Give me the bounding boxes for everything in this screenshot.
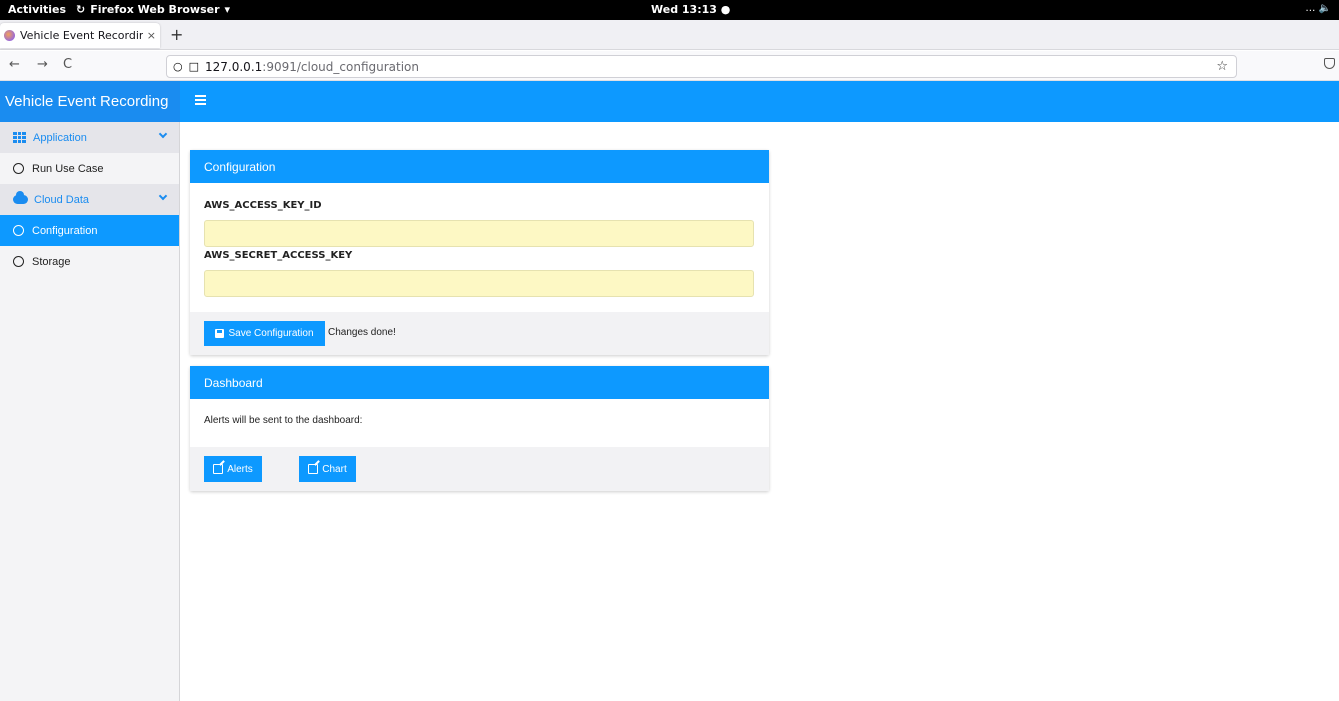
system-tray[interactable]: … 🔈 [1305,3,1331,14]
cloud-icon [13,191,28,204]
clock[interactable]: Wed 13:13 ● [651,3,730,16]
configuration-card: Configuration AWS_ACCESS_KEY_ID AWS_SECR… [190,150,769,355]
url-bar[interactable]: ○ □ 127.0.0.1 :9091/cloud_configuration … [166,55,1237,78]
button-label: Alerts [227,463,253,475]
card-footer: Save Configuration Changes done! [190,312,769,355]
sidebar-item-storage[interactable]: Storage [0,246,179,277]
activities-button[interactable]: Activities [8,3,66,16]
tab-title: Vehicle Event Recordin [20,29,143,42]
external-link-icon [213,464,224,474]
card-footer: Alerts Chart [190,447,769,491]
circle-icon [13,163,24,174]
aws-access-key-id-input[interactable] [204,220,754,247]
os-top-bar: Activities ↻ Firefox Web Browser ▾ Wed 1… [0,0,1339,20]
chevron-down-icon [158,191,168,201]
pocket-icon[interactable] [1324,58,1335,69]
app-header [180,81,1339,122]
nav-bar: ← → C ○ □ 127.0.0.1 :9091/cloud_configur… [0,51,1339,81]
app-menu-label: Firefox Web Browser [90,3,220,16]
aws-secret-access-key-label: AWS_SECRET_ACCESS_KEY [204,250,353,261]
tab-strip: Vehicle Event Recordin × + [0,20,1339,50]
aws-secret-access-key-input[interactable] [204,270,754,297]
sidebar-item-run-use-case[interactable]: Run Use Case [0,153,179,184]
browser-tab[interactable]: Vehicle Event Recordin × [0,23,160,48]
save-icon [215,329,225,338]
button-label: Chart [322,463,347,475]
close-tab-icon[interactable]: × [147,29,156,42]
url-host: 127.0.0.1 [205,59,263,74]
circle-icon [13,256,24,267]
sidebar-group-label: Cloud Data [34,193,90,206]
sidebar: Application Run Use Case Cloud Data Conf… [0,122,180,701]
favicon-icon [4,30,15,41]
save-configuration-button[interactable]: Save Configuration [204,321,325,346]
grid-icon [13,132,26,143]
dashboard-description: Alerts will be sent to the dashboard: [204,415,363,426]
bookmark-star-icon[interactable]: ☆ [1216,59,1228,74]
card-title: Dashboard [190,366,769,399]
chart-button[interactable]: Chart [299,456,356,482]
alerts-button[interactable]: Alerts [204,456,262,482]
app-brand[interactable]: Vehicle Event Recording [0,81,180,122]
circle-icon [13,225,24,236]
external-link-icon [308,464,319,474]
dashboard-card: Dashboard Alerts will be sent to the das… [190,366,769,491]
chevron-down-icon [158,129,168,139]
button-label: Save Configuration [228,328,314,339]
chevron-down-icon: ▾ [224,3,231,16]
sidebar-item-configuration[interactable]: Configuration [0,215,179,246]
page-icon: □ [188,60,200,73]
sidebar-group-application[interactable]: Application [0,122,179,153]
forward-button[interactable]: → [37,57,48,72]
hamburger-menu-icon[interactable] [195,95,206,105]
card-title: Configuration [190,150,769,183]
reload-button[interactable]: C [63,57,72,72]
status-message: Changes done! [328,327,396,338]
firefox-icon: ↻ [76,3,86,16]
sidebar-group-cloud-data[interactable]: Cloud Data [0,184,179,215]
shield-icon: ○ [173,60,183,73]
sidebar-item-label: Run Use Case [32,162,104,175]
new-tab-button[interactable]: + [170,25,183,44]
sidebar-item-label: Configuration [32,224,98,237]
aws-access-key-id-label: AWS_ACCESS_KEY_ID [204,200,322,211]
app-menu[interactable]: ↻ Firefox Web Browser ▾ [76,3,230,16]
sidebar-item-label: Storage [32,255,71,268]
url-path: :9091/cloud_configuration [262,59,420,74]
back-button[interactable]: ← [9,57,20,72]
sidebar-group-label: Application [33,131,87,144]
